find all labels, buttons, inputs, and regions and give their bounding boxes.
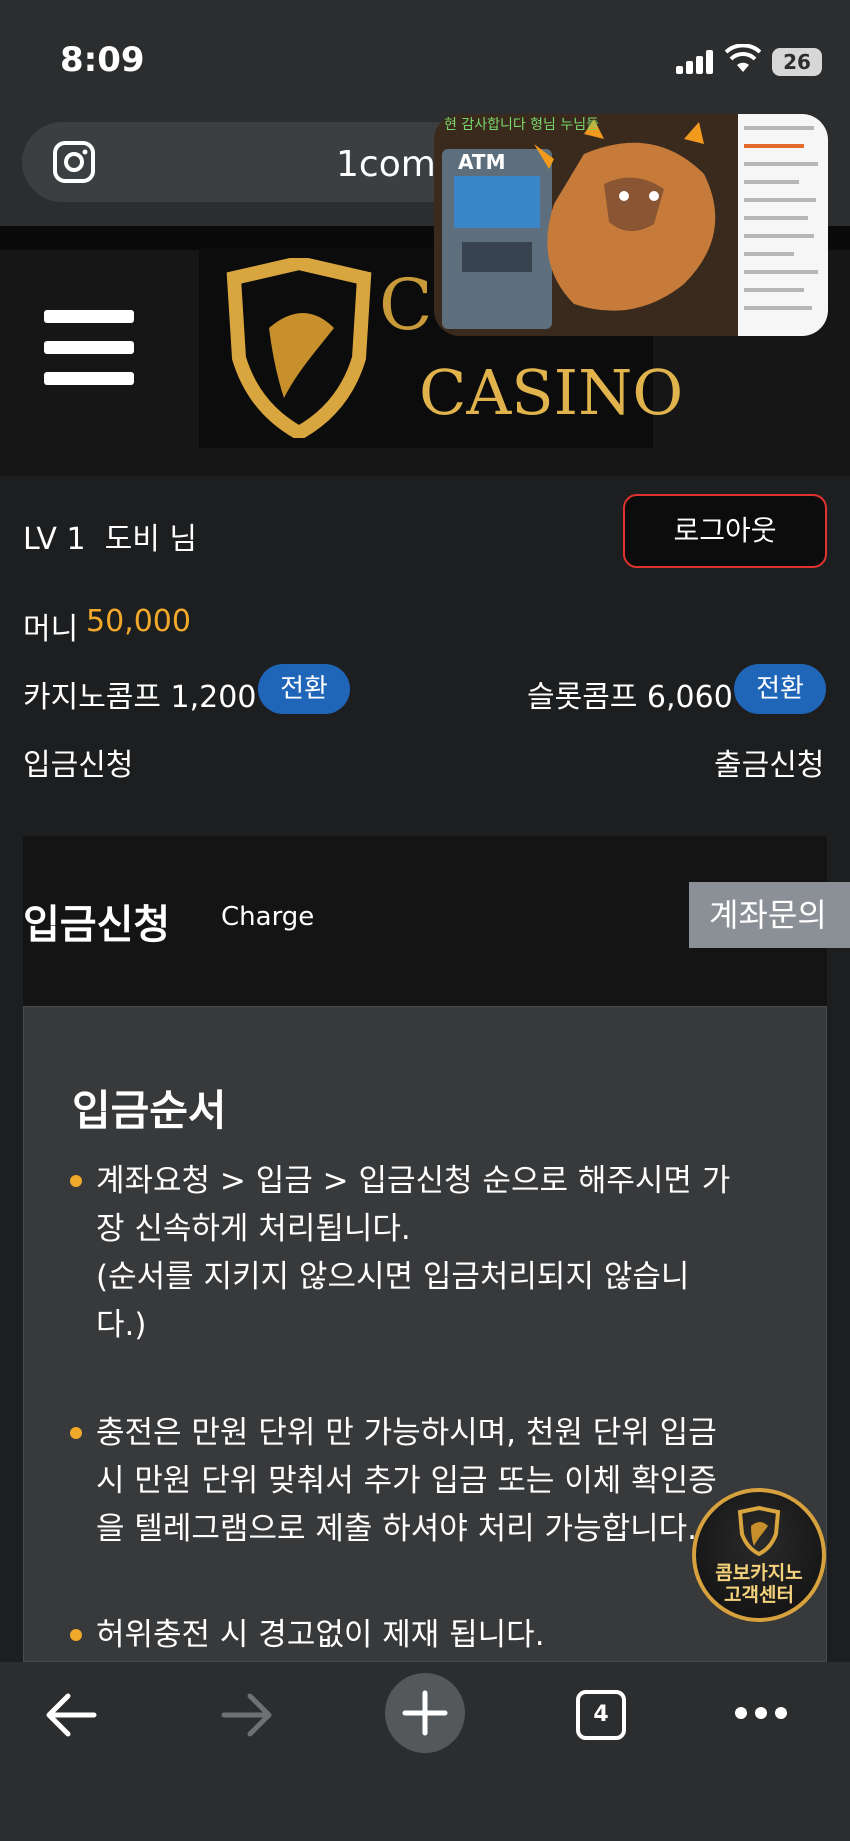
wifi-icon (725, 44, 761, 72)
pip-chat-preview (738, 114, 828, 336)
instruction-line: 시 만원 단위 맞춰서 추가 입금 또는 이체 확인증 (96, 1463, 717, 1499)
support-badge-text: 콤보카지노 고객센터 (696, 1562, 822, 1606)
instruction-line: 허위충전 시 경고없이 제재 됩니다. (96, 1617, 545, 1653)
instruction-line: 을 텔레그램으로 제출 하셔야 처리 가능합니다. (96, 1511, 698, 1547)
user-name: 도비 님 (104, 522, 197, 557)
support-badge-line: 콤보카지노 (715, 1562, 803, 1584)
customer-support-button[interactable]: 콤보카지노 고객센터 (692, 1488, 826, 1622)
bullet-dot-icon (70, 1427, 82, 1439)
user-level-name: LV 1 도비 님 (23, 514, 197, 558)
instruction-item: 충전은 만원 단위 만 가능하시며, 천원 단위 입금 시 만원 단위 맞춰서 … (70, 1409, 790, 1553)
slot-comp-value: 슬롯콤프 6,060 (527, 680, 733, 715)
bullet-dot-icon (70, 1629, 82, 1641)
new-tab-plus-icon[interactable] (384, 1672, 466, 1754)
casino-comp-convert-button[interactable]: 전환 (258, 664, 350, 714)
battery-indicator: 26 (772, 48, 822, 76)
money-label: 머니 (23, 612, 79, 647)
withdraw-request-link[interactable]: 출금신청 (714, 740, 824, 784)
pip-caption: 현 감사합니다 형님 누님들 (444, 117, 600, 133)
logo-text-casino: CASINO (419, 356, 684, 429)
deposit-request-link[interactable]: 입금신청 (23, 740, 133, 784)
status-bar: 8:09 26 (0, 0, 850, 110)
status-time: 8:09 (60, 40, 145, 80)
slot-comp-convert-button[interactable]: 전환 (734, 664, 826, 714)
back-arrow-icon[interactable] (44, 1690, 98, 1740)
account-inquiry-button[interactable]: 계좌문의 (689, 882, 850, 948)
hamburger-menu-icon[interactable] (44, 310, 134, 386)
logout-button[interactable]: 로그아웃 (623, 494, 827, 568)
panel-subtitle: Charge (221, 902, 315, 932)
deposit-order-title: 입금순서 (72, 1086, 227, 1135)
instruction-item: 허위충전 시 경고없이 제재 됩니다. (70, 1611, 790, 1659)
instruction-item: 계좌요청 > 입금 > 입금신청 순으로 해주시면 가 장 신속하게 처리됩니다… (70, 1157, 790, 1349)
pip-video-overlay[interactable]: 현 감사합니다 형님 누님들 ATM (434, 114, 828, 336)
instruction-line: 다.) (96, 1307, 147, 1343)
bullet-dot-icon (70, 1175, 82, 1187)
support-badge-line: 고객센터 (724, 1584, 794, 1606)
tab-switcher-button[interactable]: 4 (576, 1690, 626, 1740)
forward-arrow-icon[interactable] (220, 1690, 274, 1740)
more-options-icon[interactable] (734, 1706, 788, 1720)
panel-title: 입금신청 (23, 902, 171, 948)
atm-label: ATM (458, 150, 506, 174)
instruction-line: 장 신속하게 처리됩니다. (96, 1211, 411, 1247)
user-level: LV 1 (23, 522, 86, 557)
casino-comp-value: 카지노콤프 1,200 (23, 680, 257, 715)
shield-logo-icon (226, 258, 372, 438)
cellular-signal-icon (676, 50, 714, 74)
money-value: 50,000 (86, 604, 191, 639)
atm-mascot-image (434, 114, 738, 336)
instruction-line: (순서를 지키지 않으시면 입금처리되지 않습니 (96, 1259, 690, 1295)
shield-logo-icon (737, 1506, 781, 1556)
instruction-line: 충전은 만원 단위 만 가능하시며, 천원 단위 입금 (96, 1415, 717, 1451)
instruction-line: 계좌요청 > 입금 > 입금신청 순으로 해주시면 가 (96, 1163, 731, 1199)
camera-scan-icon[interactable] (52, 140, 96, 184)
